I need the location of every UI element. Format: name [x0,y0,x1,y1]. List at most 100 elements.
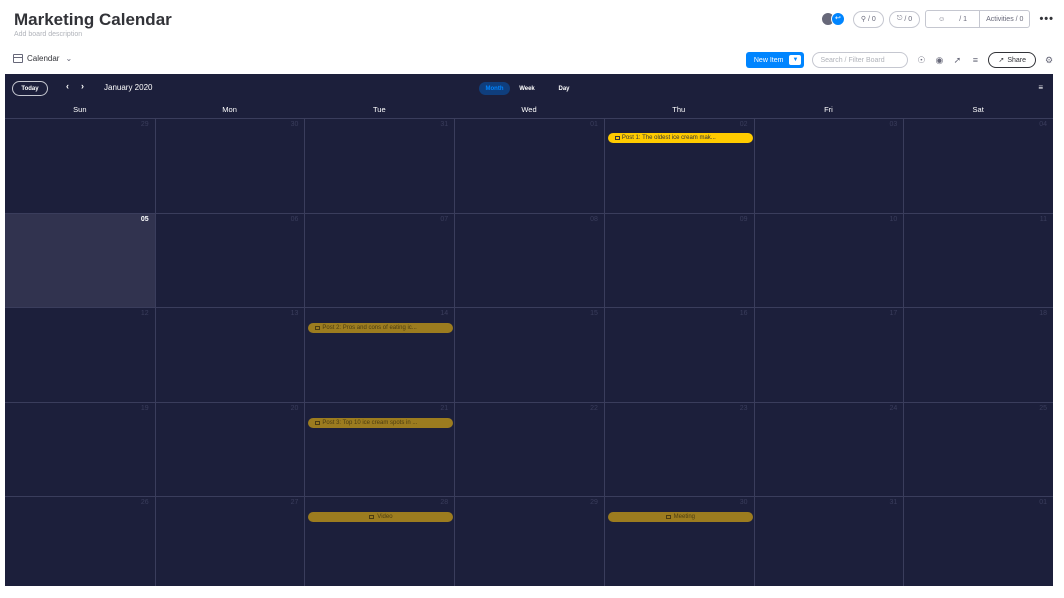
week-row: 05 06 07 08 09 10 11 [5,212,1053,308]
day-cell[interactable]: 17 [753,308,904,402]
day-number: 31 [889,499,898,507]
members-activities-group: ☺ / 1 Activities / 0 [925,10,1031,28]
filter-icon[interactable]: ≡ [970,55,980,65]
event-label: Meeting [673,514,696,521]
day-cell[interactable]: 13 [154,308,305,402]
day-number: 30 [290,121,299,128]
day-number: 05 [140,215,149,223]
weekday-label: Sun [73,105,87,114]
updates-count: / 0 [868,15,876,23]
day-cell-today[interactable]: 05 [5,213,155,308]
day-cell[interactable]: 09 [603,213,754,308]
day-number: 10 [889,215,898,223]
day-number: 14 [440,310,449,318]
month-title: January 2020 [104,83,153,92]
day-cell[interactable]: 30 [154,119,305,213]
day-cell[interactable]: 03 [753,119,904,213]
calendar-toolbar: Today ‹ › January 2020 Month Week Day ≡ [5,74,1053,101]
day-cell[interactable]: 01 [454,119,604,213]
day-cell[interactable]: 04 [903,119,1053,213]
day-cell[interactable]: 27 [154,497,305,586]
day-cell[interactable]: 10 [753,213,904,308]
day-mode-button[interactable]: Day [554,82,574,95]
person-filter-icon[interactable]: ☉ [916,55,926,65]
day-cell[interactable]: 16 [603,308,754,402]
day-cell[interactable]: 30 Meeting [603,497,754,586]
chevron-down-icon[interactable]: ▼ [789,55,802,65]
calendar-view: Today ‹ › January 2020 Month Week Day ≡ … [5,74,1053,586]
pin-icon[interactable]: ➚ [952,55,962,65]
calendar-event[interactable]: Video [308,512,454,523]
day-cell[interactable]: 14 Post 2: Pros and cons of eating ic... [304,308,454,402]
day-cell[interactable]: 21 Post 3: Top 10 ice cream spots in ... [304,402,454,497]
share-button[interactable]: ➚ Share [988,52,1036,68]
item-icon [614,136,620,140]
day-cell[interactable]: 15 [454,308,604,402]
day-cell[interactable]: 26 [5,497,155,586]
week-mode-button[interactable]: Week [515,82,539,95]
search-input[interactable]: Search / Filter Board [812,52,909,68]
day-cell[interactable]: 02 Post 1: The oldest ice cream mak... [603,119,754,213]
day-number: 24 [889,404,898,412]
day-number: 17 [889,310,898,318]
day-number: 28 [440,499,449,507]
updates-button[interactable]: ⚲ / 0 [852,10,884,28]
day-cell[interactable]: 20 [154,402,305,497]
calendar-event[interactable]: Meeting [607,512,753,523]
calendar-settings-icon[interactable]: ≡ [1038,83,1043,92]
day-number: 23 [739,404,748,412]
event-label: Video [377,514,393,521]
more-options-icon[interactable]: ••• [1039,13,1054,25]
day-cell[interactable]: 18 [903,308,1053,402]
day-cell[interactable]: 22 [454,402,604,497]
integrations-button[interactable]: ⎋ / 0 [888,10,921,28]
calendar-event[interactable]: Post 1: The oldest ice cream mak... [607,133,753,143]
day-cell[interactable]: 12 [5,308,155,402]
people-icon: ☺ [938,15,946,23]
day-cell[interactable]: 24 [753,402,904,497]
calendar-event[interactable]: Post 3: Top 10 ice cream spots in ... [308,417,454,428]
activities-button[interactable]: Activities / 0 [980,16,1029,23]
month-mode-button[interactable]: Month [479,82,510,95]
eye-icon[interactable]: ◉ [934,55,944,65]
day-cell[interactable]: 01 [903,497,1053,586]
day-cell[interactable]: 07 [304,213,454,308]
members-button[interactable]: ☺ / 1 [926,16,979,23]
avatar-group[interactable]: ↩ [820,12,845,26]
day-cell[interactable]: 11 [903,213,1053,308]
chevron-right-icon[interactable]: › [81,81,84,91]
week-row: 26 27 28 Video 29 30 Meeting 31 01 [5,496,1053,586]
invite-icon: ↩ [830,12,845,26]
new-item-button[interactable]: New Item ▼ [745,52,805,68]
board-title[interactable]: Marketing Calendar [14,10,172,30]
day-number: 01 [590,121,598,128]
day-number: 16 [739,310,748,318]
board-description[interactable]: Add board description [14,31,82,38]
day-number: 01 [1039,499,1048,507]
day-number: 06 [290,215,299,223]
day-cell[interactable]: 25 [903,402,1053,497]
day-cell[interactable]: 29 [454,497,604,586]
day-cell[interactable]: 28 Video [304,497,454,586]
calendar-event[interactable]: Post 2: Pros and cons of eating ic... [308,323,454,334]
weekday-label: Tue [372,105,386,114]
item-icon [665,515,671,520]
event-label: Post 1: The oldest ice cream mak... [621,135,716,141]
day-number: 02 [739,121,748,128]
day-cell[interactable]: 08 [454,213,604,308]
day-cell[interactable]: 29 [5,119,155,213]
day-cell[interactable]: 31 [753,497,904,586]
day-cell[interactable]: 19 [5,403,155,497]
day-number: 09 [739,215,748,223]
day-cell[interactable]: 23 [603,402,754,497]
chevron-left-icon[interactable]: ‹ [66,81,69,91]
week-row: 19 20 21 Post 3: Top 10 ice cream spots … [5,401,1053,497]
day-cell[interactable]: 31 [304,119,454,213]
view-selector[interactable]: Calendar ⌄ [13,54,72,63]
day-number: 31 [440,121,449,128]
board-toolbar: New Item ▼ Search / Filter Board ☉ ◉ ➚ ≡… [745,52,1054,68]
settings-icon[interactable]: ⚙ [1044,55,1054,65]
board-header: Marketing Calendar Add board description… [0,0,1064,74]
day-cell[interactable]: 06 [154,213,305,308]
today-button[interactable]: Today [12,81,48,96]
